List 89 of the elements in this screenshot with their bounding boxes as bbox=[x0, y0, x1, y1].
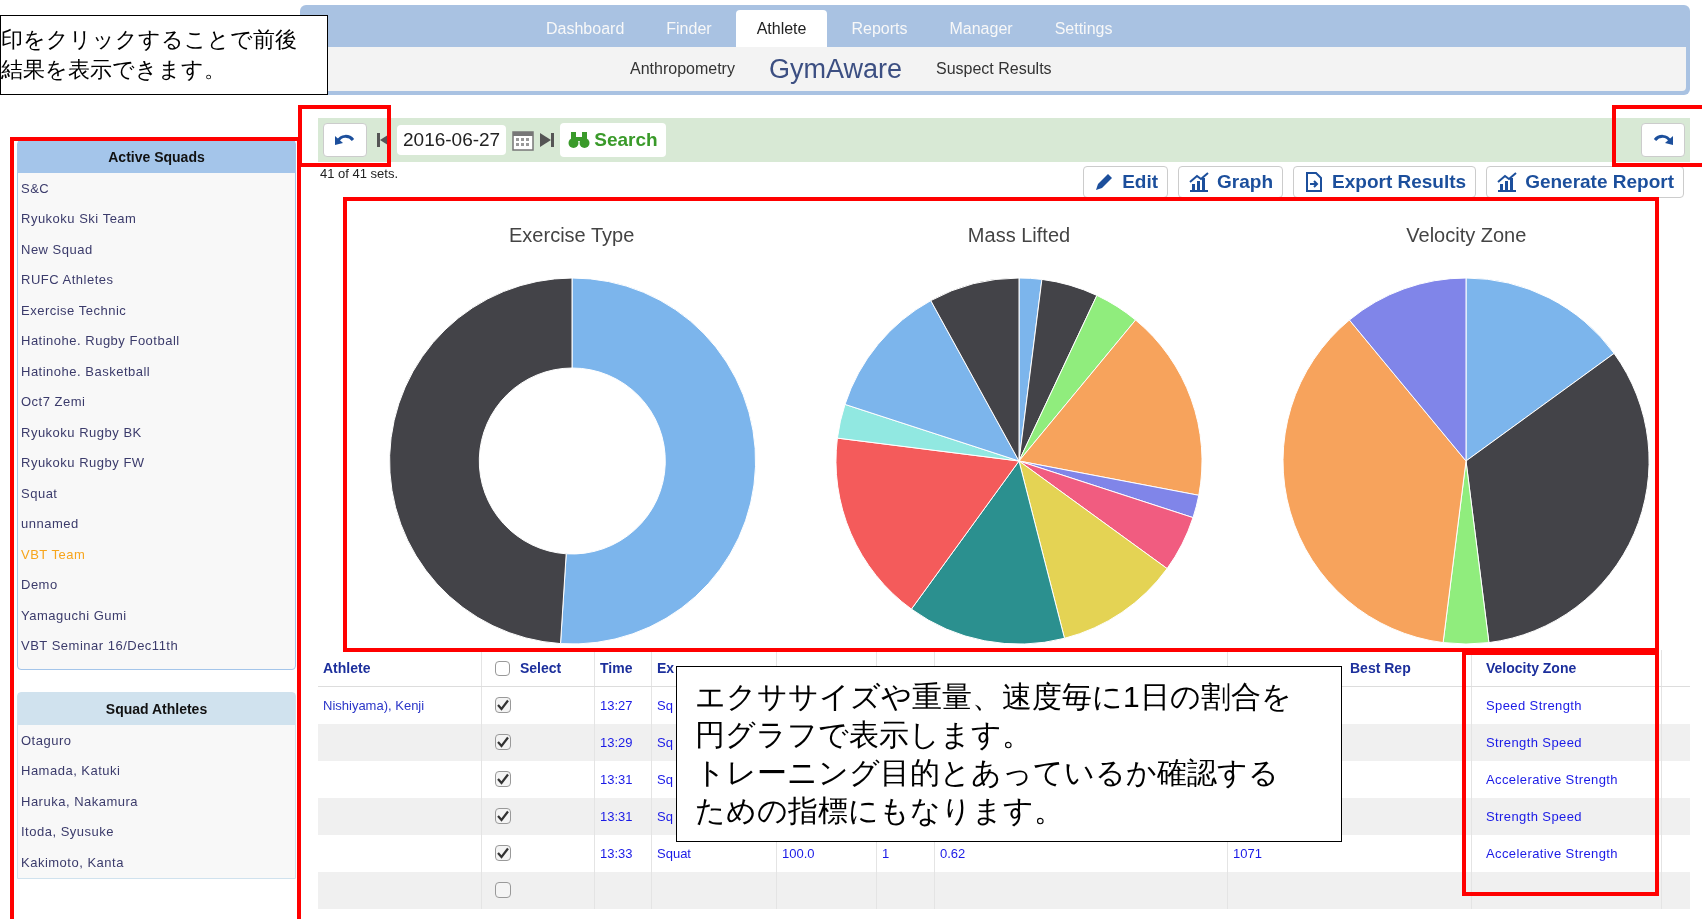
sub-nav-link[interactable]: Suspect Results bbox=[936, 57, 1052, 81]
table-cell-text: Sq bbox=[657, 770, 673, 789]
squad-item[interactable]: Ryukoku Rugby BK bbox=[18, 417, 295, 448]
search-button[interactable]: Search bbox=[560, 123, 666, 157]
squad-item[interactable]: Yamaguchi Gumi bbox=[18, 600, 295, 631]
note-text: 円グラフで表示します。 bbox=[695, 717, 1033, 753]
table-cell-text: 1 bbox=[882, 844, 890, 863]
date-field[interactable]: 2016-06-27 bbox=[397, 125, 507, 155]
table-cell-text: Sq bbox=[657, 733, 673, 752]
table-cell[interactable]: Nishiyama), Kenji bbox=[323, 695, 425, 716]
squad-item[interactable]: New Squad bbox=[18, 234, 295, 265]
table-cell-text: 13:33 bbox=[600, 844, 633, 863]
chart-title: Exercise Type bbox=[509, 223, 635, 248]
table-cell-text: 13:29 bbox=[600, 733, 633, 752]
squad-item[interactable]: Ryukoku Ski Team bbox=[18, 204, 295, 234]
chart-title: Velocity Zone bbox=[1406, 223, 1527, 248]
calendar-icon[interactable] bbox=[512, 129, 535, 151]
table-cell-text: Strength Speed bbox=[1486, 807, 1582, 826]
column-header: Time bbox=[600, 658, 633, 678]
row-checkbox[interactable] bbox=[495, 845, 511, 861]
sets-count: 41 of 41 sets. bbox=[319, 165, 399, 183]
column-header: Select bbox=[520, 658, 562, 678]
select-all-checkbox[interactable] bbox=[495, 660, 510, 676]
brand-name: GymAware bbox=[768, 52, 902, 86]
squad-item[interactable]: RUFC Athletes bbox=[18, 265, 295, 295]
squad-item[interactable]: Demo bbox=[18, 570, 295, 600]
column-header: Ex bbox=[657, 658, 675, 678]
checkmark-icon bbox=[497, 736, 509, 748]
note-text: エクササイズや重量、速度毎に1日の割合を bbox=[695, 679, 1293, 715]
row-checkbox[interactable] bbox=[495, 882, 511, 898]
table-cell-text: 13:31 bbox=[600, 770, 633, 789]
note-text: トレーニング目的とあっているか確認する bbox=[695, 755, 1280, 791]
athlete-item[interactable]: Hamada, Katuki bbox=[18, 756, 295, 786]
note-text: ための指標にもなります。 bbox=[695, 793, 1065, 829]
squad-item[interactable]: Oct7 Zemi bbox=[18, 387, 295, 417]
squad-item[interactable]: S&C bbox=[18, 173, 295, 204]
sub-nav-link[interactable]: Anthropometry bbox=[630, 57, 735, 81]
table-cell-text: 13:31 bbox=[600, 807, 633, 826]
action-button[interactable]: Graph bbox=[1178, 166, 1284, 198]
row-checkbox[interactable] bbox=[495, 808, 511, 824]
squad-item[interactable]: Hatinohe. Basketball bbox=[18, 356, 295, 387]
table-cell-text: Squat bbox=[657, 844, 691, 863]
table-cell-text: 100.0 bbox=[782, 844, 815, 863]
redo-arrow-icon bbox=[1652, 132, 1674, 148]
table-cell-text: 0.62 bbox=[940, 844, 966, 863]
forward-button[interactable] bbox=[1641, 123, 1685, 157]
table-cell-text: Accelerative Strength bbox=[1486, 770, 1618, 789]
athlete-item[interactable]: Otaguro bbox=[18, 725, 295, 756]
table-cell-text: 1071 bbox=[1233, 844, 1262, 863]
row-checkbox[interactable] bbox=[495, 734, 511, 750]
chart-icon bbox=[1188, 171, 1211, 193]
back-button[interactable] bbox=[323, 123, 367, 157]
squad-item[interactable]: unnamed bbox=[18, 509, 295, 539]
column-header: Athlete bbox=[323, 658, 371, 678]
table-cell-text: Sq bbox=[657, 807, 673, 826]
table-cell-text: Speed Strength bbox=[1486, 696, 1582, 715]
table-cell-text: Sq bbox=[657, 696, 673, 715]
checkmark-icon bbox=[497, 699, 509, 711]
checkmark-icon bbox=[497, 847, 509, 859]
chart-title: Mass Lifted bbox=[967, 223, 1071, 248]
chart-icon bbox=[1496, 171, 1519, 193]
note-text: 印をクリックすることで前後 bbox=[1, 26, 297, 54]
table-cell-text: Strength Speed bbox=[1486, 733, 1582, 752]
checkmark-icon bbox=[497, 773, 509, 785]
action-button[interactable]: Edit bbox=[1083, 166, 1169, 198]
athlete-item[interactable]: Kakimoto, Kanta bbox=[18, 847, 295, 878]
panel-header: Active Squads bbox=[18, 141, 295, 173]
athlete-item[interactable]: Itoda, Syusuke bbox=[18, 817, 295, 847]
row-checkbox[interactable] bbox=[495, 697, 511, 713]
squad-item[interactable]: Squat bbox=[18, 478, 295, 509]
table-cell-text: Accelerative Strength bbox=[1486, 844, 1618, 863]
row-checkbox[interactable] bbox=[495, 771, 511, 787]
checkmark-icon bbox=[497, 810, 509, 822]
next-icon[interactable] bbox=[540, 132, 555, 148]
panel-header: Squad Athletes bbox=[18, 693, 295, 725]
table-cell-text: 13:27 bbox=[600, 696, 633, 715]
nav-tab[interactable]: Athlete bbox=[735, 10, 828, 47]
athlete-item[interactable]: Haruka, Nakamura bbox=[18, 786, 295, 817]
squad-item[interactable]: VBT Seminar 16/Dec11th bbox=[18, 631, 295, 661]
squad-item[interactable]: Exercise Technic bbox=[18, 295, 295, 326]
squad-item[interactable]: Ryukoku Rugby FW bbox=[18, 448, 295, 478]
action-button[interactable]: Generate Report bbox=[1486, 166, 1684, 198]
column-header: Velocity Zone bbox=[1486, 658, 1577, 678]
binoculars-icon bbox=[568, 131, 591, 149]
note-text: 結果を表示できます。 bbox=[1, 56, 226, 84]
action-button[interactable]: Export Results bbox=[1293, 166, 1477, 198]
column-header: Best Rep bbox=[1350, 658, 1411, 678]
undo-arrow-icon bbox=[334, 132, 356, 148]
squad-item[interactable]: Hatinohe. Rugby Football bbox=[18, 326, 295, 356]
